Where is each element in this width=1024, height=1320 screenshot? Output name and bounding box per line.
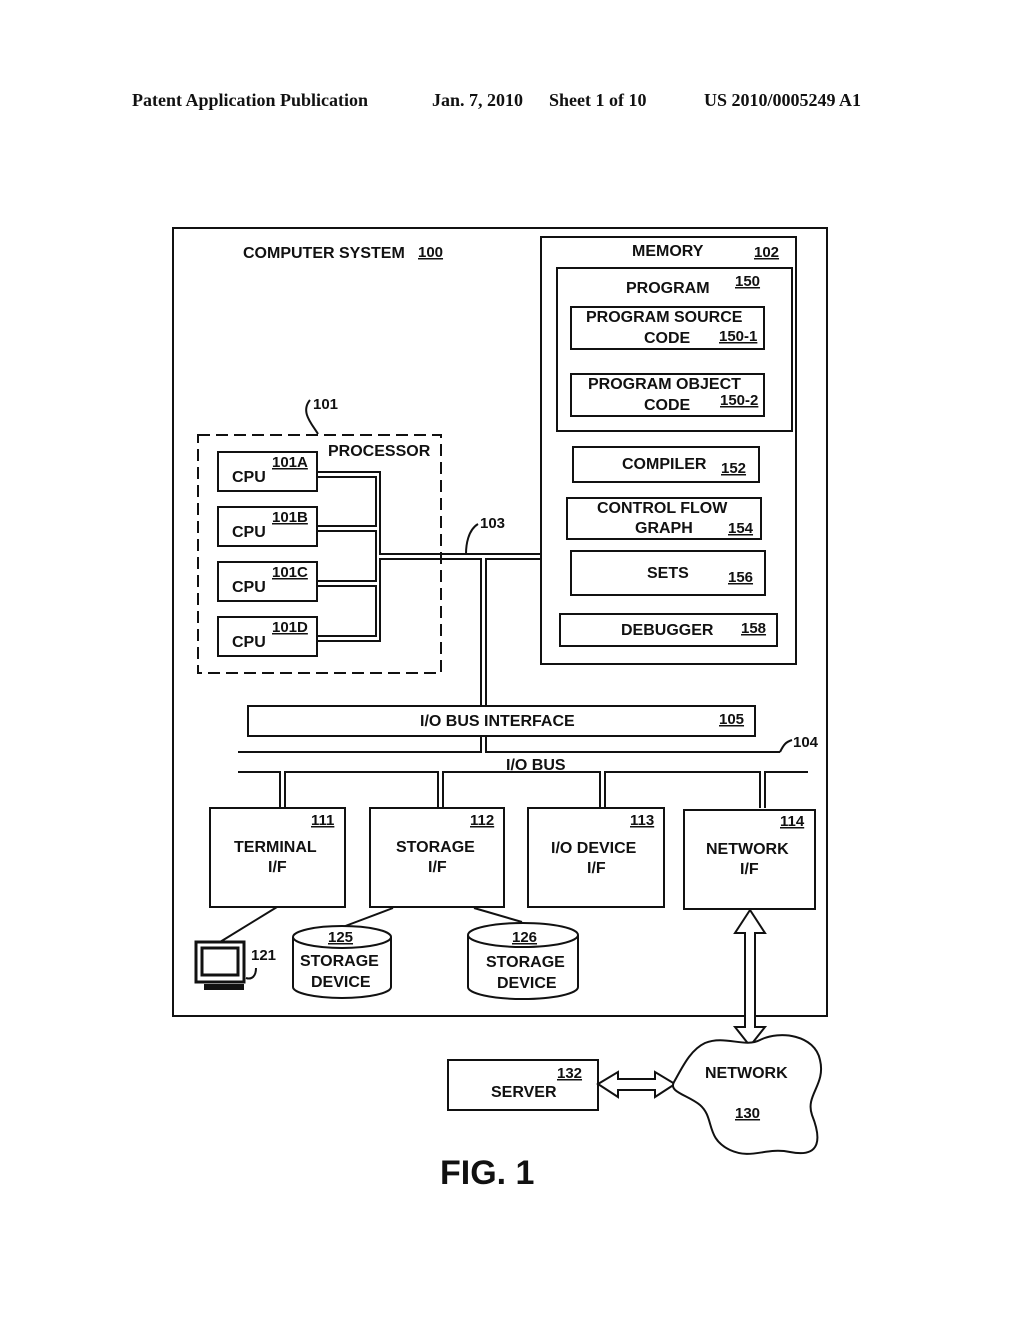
memory-ref: 102 — [754, 244, 779, 261]
debugger-label: DEBUGGER — [621, 622, 714, 639]
io-bus-ref: 104 — [793, 734, 819, 751]
figure-label: FIG. 1 — [440, 1154, 534, 1192]
interface-line1: STORAGE — [396, 839, 475, 856]
control-flow-graph-line2: GRAPH — [635, 520, 693, 537]
computer-system-ref: 100 — [418, 244, 443, 261]
terminal-monitor-icon — [194, 940, 246, 990]
server-ref: 132 — [557, 1065, 582, 1082]
io-bus-label: I/O BUS — [506, 757, 566, 774]
compiler-ref: 152 — [721, 460, 746, 477]
processor-label: PROCESSOR — [328, 443, 431, 460]
cpu-101c: CPU 101C — [217, 561, 318, 602]
storage-device-line2: DEVICE — [497, 975, 557, 992]
control-flow-graph-line1: CONTROL FLOW — [597, 500, 728, 517]
program-source-line2: CODE — [644, 330, 691, 347]
cpu-label: CPU — [232, 469, 266, 486]
cpu-101d: CPU 101D — [217, 616, 318, 657]
interface-line1: I/O DEVICE — [551, 840, 637, 857]
server-label: SERVER — [491, 1084, 557, 1101]
figure-1-diagram: COMPUTER SYSTEM 100 MEMORY 102 PROGRAM 1… — [172, 227, 828, 1192]
program-object-line1: PROGRAM OBJECT — [588, 376, 741, 393]
program-source-ref: 150-1 — [719, 328, 757, 345]
program-ref: 150 — [735, 273, 760, 290]
program-object-ref: 150-2 — [720, 392, 758, 409]
storage-device-line2: DEVICE — [311, 974, 371, 991]
network-interface: 114 NETWORK I/F — [683, 809, 816, 910]
cpu-ref: 101C — [272, 564, 308, 581]
cpu-label: CPU — [232, 634, 266, 651]
storage-device-125: 125 STORAGE DEVICE — [292, 925, 392, 999]
interface-ref: 114 — [780, 813, 805, 830]
storage-interface: 112 STORAGE I/F — [369, 807, 505, 908]
io-bus-interface-ref: 105 — [719, 711, 744, 728]
memory-bus-ref: 103 — [480, 515, 505, 532]
cpu-101b: CPU 101B — [217, 506, 318, 547]
sets-ref: 156 — [728, 569, 753, 586]
interface-line2: I/F — [428, 859, 447, 876]
network-ref: 130 — [735, 1105, 760, 1122]
cpu-ref: 101B — [272, 509, 308, 526]
interface-line1: NETWORK — [706, 841, 789, 858]
interface-line2: I/F — [587, 860, 606, 877]
compiler-label: COMPILER — [622, 456, 707, 473]
program-source-line1: PROGRAM SOURCE — [586, 309, 743, 326]
program-label: PROGRAM — [626, 280, 710, 297]
interface-line1: TERMINAL — [234, 839, 317, 856]
interface-line2: I/F — [268, 859, 287, 876]
storage-device-126: 126 STORAGE DEVICE — [467, 922, 579, 1000]
network-cloud — [671, 1034, 823, 1155]
control-flow-graph-ref: 154 — [728, 520, 754, 537]
debugger-ref: 158 — [741, 620, 766, 637]
io-bus-interface-label: I/O BUS INTERFACE — [420, 713, 575, 730]
program-object-line2: CODE — [644, 397, 691, 414]
storage-device-ref: 125 — [328, 929, 353, 946]
terminal-ref: 121 — [251, 947, 276, 964]
computer-system-label: COMPUTER SYSTEM — [243, 245, 405, 262]
storage-device-line1: STORAGE — [486, 954, 565, 971]
cpu-101a: CPU 101A — [217, 451, 318, 492]
server-network-arrow — [596, 1070, 677, 1099]
interface-ref: 113 — [630, 812, 654, 829]
storage-device-line1: STORAGE — [300, 953, 379, 970]
cpu-label: CPU — [232, 524, 266, 541]
interface-ref: 111 — [311, 812, 334, 829]
cpu-ref: 101A — [272, 454, 308, 471]
interface-ref: 112 — [470, 812, 494, 829]
network-label: NETWORK — [705, 1065, 788, 1082]
terminal-interface: 111 TERMINAL I/F — [209, 807, 346, 908]
processor-ref: 101 — [313, 396, 338, 413]
io-device-interface: 113 I/O DEVICE I/F — [527, 807, 665, 908]
storage-device-ref: 126 — [512, 929, 537, 946]
sets-label: SETS — [647, 565, 689, 582]
cpu-label: CPU — [232, 579, 266, 596]
cpu-ref: 101D — [272, 619, 308, 636]
interface-line2: I/F — [740, 861, 759, 878]
memory-label: MEMORY — [632, 243, 704, 260]
